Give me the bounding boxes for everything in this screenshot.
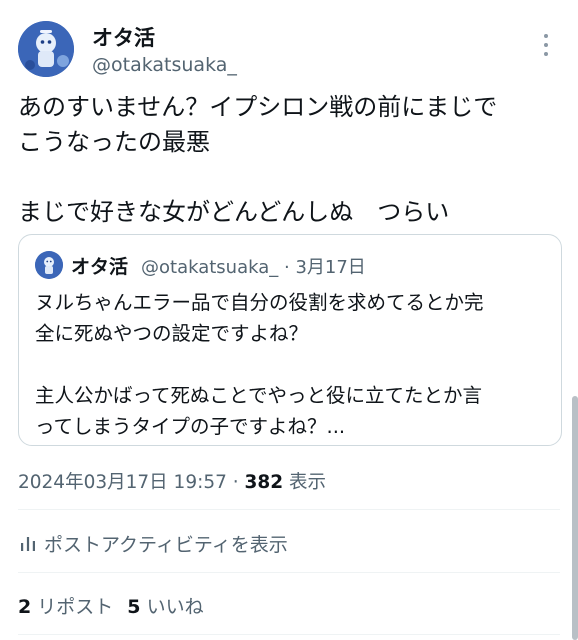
avatar-image-icon — [18, 21, 74, 77]
quote-display-name: オタ活 — [71, 256, 129, 278]
views-count: 382 — [244, 472, 284, 493]
avatar-image-icon — [35, 251, 63, 279]
quote-text: ヌルちゃんエラー品で自分の役割を求めてるとか完 全に死ぬやつの設定ですよね？ 主… — [35, 291, 484, 438]
views-label: 表示 — [289, 472, 327, 493]
tweet-meta: 2024年03月17日 19:57 · 382 表示 — [18, 468, 326, 494]
likes-count: 5 — [127, 596, 141, 618]
quote-handle: @otakatsuaka_ — [141, 257, 279, 278]
view-activity-link[interactable]: ポストアクティビティを表示 — [18, 530, 288, 557]
tweet-header: オタ活 @otakatsuaka_ — [18, 18, 558, 80]
likes-label: いいね — [146, 596, 204, 618]
timestamp[interactable]: 2024年03月17日 19:57 — [18, 472, 227, 493]
divider — [18, 572, 560, 573]
activity-label: ポストアクティビティを表示 — [44, 534, 288, 556]
bar-chart-icon — [21, 536, 35, 551]
scrollbar[interactable] — [572, 396, 578, 640]
tweet-text: あのすいません？イプシロン戦の前にまじで こうなったの最悪 まじで好きな女がどん… — [18, 93, 498, 226]
quote-meta: @otakatsuaka_ · 3月17日 — [141, 253, 366, 279]
quote-separator: · — [283, 257, 290, 278]
user-handle[interactable]: @otakatsuaka_ — [92, 54, 237, 76]
engagement-stats: 2 リポスト 5 いいね — [18, 592, 204, 619]
display-name[interactable]: オタ活 — [92, 22, 155, 52]
reposts-label: リポスト — [37, 596, 114, 618]
quoted-tweet[interactable]: オタ活 @otakatsuaka_ · 3月17日 ヌルちゃんエラー品で自分の役… — [18, 234, 562, 446]
quote-avatar — [35, 251, 63, 279]
divider — [18, 509, 560, 510]
likes-stat[interactable]: 5 いいね — [127, 596, 203, 618]
avatar[interactable] — [18, 21, 74, 77]
more-options-icon[interactable] — [536, 34, 556, 56]
quote-date: 3月17日 — [295, 257, 366, 278]
divider — [18, 634, 560, 635]
reposts-stat[interactable]: 2 リポスト — [18, 596, 113, 618]
meta-separator: · — [232, 472, 239, 493]
reposts-count: 2 — [18, 596, 32, 618]
